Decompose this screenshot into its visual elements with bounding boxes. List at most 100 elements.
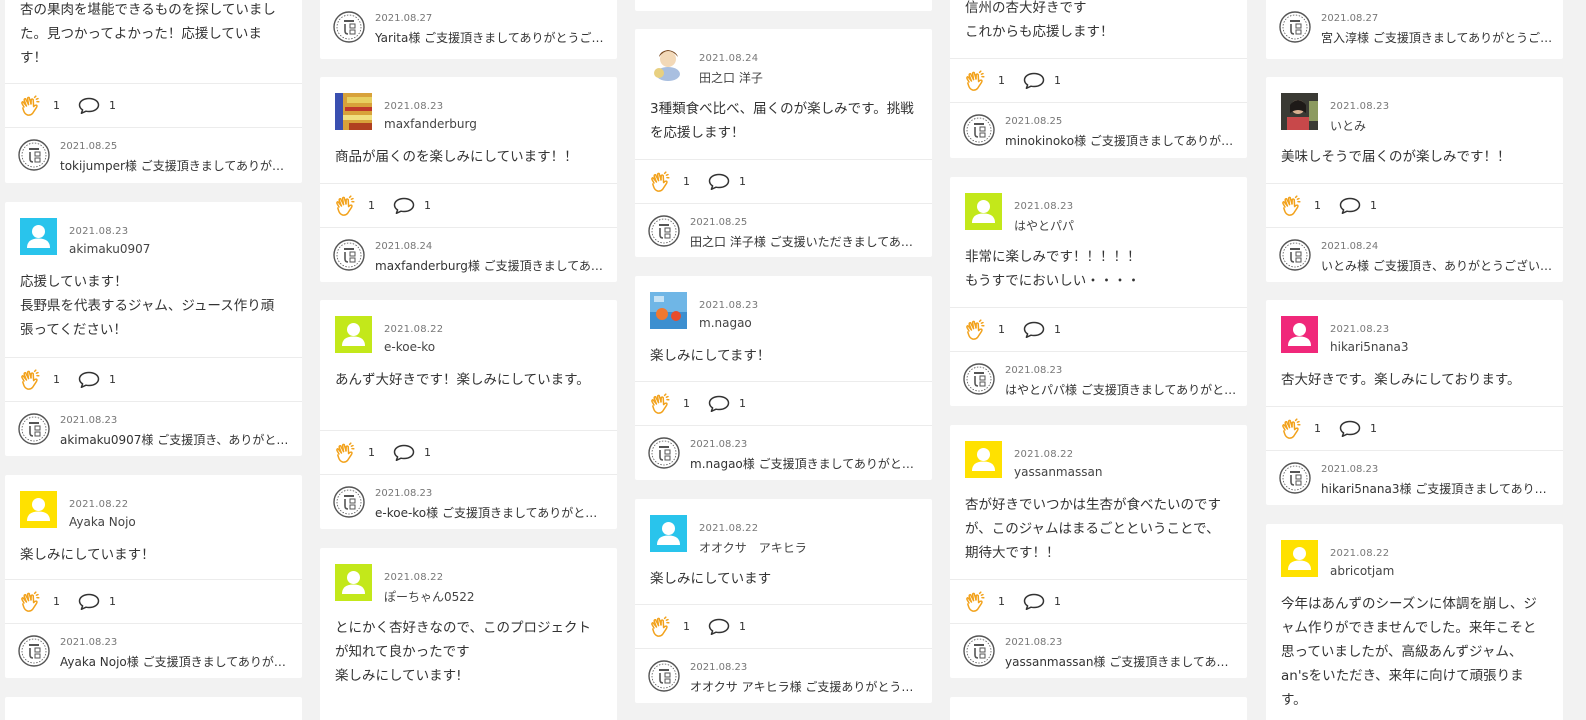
project-reply[interactable]: 2021.08.23 はやとパパ様 ご支援頂きましてありがとうございます (950, 351, 1247, 406)
avatar[interactable] (335, 564, 372, 601)
comment-actions: 1 1 (1266, 406, 1563, 450)
comment-count: 1 (109, 373, 116, 386)
comment-bubble-icon[interactable] (1023, 72, 1045, 90)
comment-bubble-icon[interactable] (1023, 593, 1045, 611)
avatar[interactable] (650, 45, 687, 82)
comment-card: 2021.08.22 abricotjam 今年はあんずのシーズンに体調を崩し、… (1266, 524, 1563, 720)
project-reply[interactable]: 2021.08.23 m.nagao様 ご支援頂きましてありがとうございます (635, 425, 932, 480)
avatar[interactable] (1281, 540, 1318, 577)
project-reply[interactable]: 2021.08.27 Yarita様 ご支援頂きましてありがとうございます (320, 0, 617, 56)
reply-date: 2021.08.23 (375, 488, 433, 499)
avatar[interactable] (650, 515, 687, 552)
comment-header: 2021.08.23 maxfanderburg (320, 77, 617, 145)
user-name[interactable]: e-koe-ko (384, 340, 435, 354)
avatar[interactable] (20, 218, 57, 255)
person-icon (335, 564, 372, 601)
project-reply[interactable]: 2021.08.23 e-koe-ko様 ご支援頂きましてありがとうございます (320, 474, 617, 529)
avatar[interactable] (335, 316, 372, 353)
comment-bubble-icon[interactable] (78, 97, 100, 115)
comment-count: 1 (424, 446, 431, 459)
comment-header: 2021.08.22 yassanmassan (950, 425, 1247, 493)
comment-bubble-icon[interactable] (708, 395, 730, 413)
project-reply[interactable]: 2021.08.27 宮入淳様 ご支援頂きましてありがとうございます (1266, 0, 1563, 56)
project-reply[interactable]: 2021.08.24 いとみ様 ご支援頂き、ありがとうございます (1266, 227, 1563, 282)
comment-bubble-icon[interactable] (708, 173, 730, 191)
user-name[interactable]: maxfanderburg (384, 117, 477, 131)
comment-count: 1 (1370, 422, 1377, 435)
reply-date: 2021.08.25 (1005, 116, 1063, 127)
clap-icon[interactable] (964, 70, 986, 92)
project-reply[interactable]: 2021.08.25 田之口 洋子様 ご支援いただきましてありがとうございます (635, 203, 932, 257)
project-reply[interactable]: 2021.08.23 Ayaka Nojo様 ご支援頂きましてありがとうございま… (5, 623, 302, 678)
comment-date: 2021.08.23 (1330, 324, 1390, 335)
clap-count: 1 (368, 446, 375, 459)
comment-bubble-icon[interactable] (1339, 197, 1361, 215)
project-seal-icon (1279, 239, 1311, 271)
comment-card: 2021.08.22 Ayaka Nojo 楽しみにしています！ 1 1 202… (5, 475, 302, 678)
project-reply[interactable]: 2021.08.23 akimaku0907様 ご支援頂き、ありがとうございます (5, 401, 302, 456)
comment-count: 1 (739, 397, 746, 410)
avatar[interactable] (965, 193, 1002, 230)
clap-icon[interactable] (1280, 195, 1302, 217)
clap-icon[interactable] (649, 616, 671, 638)
comment-bubble-icon[interactable] (1339, 420, 1361, 438)
clap-icon[interactable] (19, 369, 41, 391)
comment-header: 2021.08.23 いとみ (1266, 77, 1563, 145)
comment-message: 杏が好きでいつかは生杏が食べたいのですが、このジャムはまるごとということで、期待… (965, 497, 1221, 561)
clap-icon[interactable] (1280, 418, 1302, 440)
comment-bubble-icon[interactable] (1023, 321, 1045, 339)
project-reply[interactable]: 2021.08.25 minokinoko様 ご支援頂きましてありがとうございま… (950, 102, 1247, 158)
avatar[interactable] (335, 93, 372, 130)
person-icon (1281, 316, 1318, 353)
clap-icon[interactable] (19, 591, 41, 613)
comment-date: 2021.08.23 (384, 101, 444, 112)
clap-count: 1 (53, 373, 60, 386)
reply-text: e-koe-ko様 ご支援頂きましてありがとうございます (375, 506, 607, 520)
avatar[interactable] (1281, 316, 1318, 353)
reply-date: 2021.08.23 (60, 415, 118, 426)
comment-bubble-icon[interactable] (708, 618, 730, 636)
comment-count: 1 (424, 199, 431, 212)
project-reply[interactable]: 2021.08.23 yassanmassan様 ご支援頂きましてありがとうござ… (950, 623, 1247, 678)
project-reply[interactable]: 2021.08.24 maxfanderburg様 ご支援頂きましてありがとうご… (320, 227, 617, 282)
clap-count: 1 (1314, 422, 1321, 435)
project-reply[interactable]: 2021.08.23 hikari5nana3様 ご支援頂きましてありがとうござ… (1266, 450, 1563, 505)
comment-bubble-icon[interactable] (78, 371, 100, 389)
user-name[interactable]: はやとパパ (1014, 217, 1074, 234)
avatar-photo (1281, 93, 1318, 130)
comment-message: 杏の果肉を堪能できるものを探していました。見つかってよかった！応援しています！ (20, 2, 276, 66)
user-name[interactable]: yassanmassan (1014, 465, 1102, 479)
user-name[interactable]: オオクサ アキヒラ (699, 539, 807, 556)
avatar[interactable] (650, 292, 687, 329)
clap-icon[interactable] (649, 393, 671, 415)
comment-card: 2021.08.24 田之口 洋子 3種類食べ比べ、届くのが楽しみです。挑戦を応… (635, 29, 932, 257)
avatar-photo (335, 93, 372, 130)
clap-icon[interactable] (964, 319, 986, 341)
user-name[interactable]: hikari5nana3 (1330, 340, 1409, 354)
user-name[interactable]: 田之口 洋子 (699, 69, 763, 86)
comment-card: 2021.08.27 宮入淳様 ご支援頂きましてありがとうございます (1266, 0, 1563, 59)
user-name[interactable]: akimaku0907 (69, 242, 150, 256)
clap-icon[interactable] (649, 171, 671, 193)
avatar[interactable] (20, 491, 57, 528)
user-name[interactable]: m.nagao (699, 316, 752, 330)
comment-bubble-icon[interactable] (78, 593, 100, 611)
user-name[interactable]: ぽーちゃん0522 (384, 588, 475, 605)
user-name[interactable]: abricotjam (1330, 564, 1394, 578)
avatar[interactable] (965, 441, 1002, 478)
comment-bubble-icon[interactable] (393, 197, 415, 215)
user-name[interactable]: いとみ (1330, 117, 1366, 134)
clap-count: 1 (53, 595, 60, 608)
project-reply[interactable]: 2021.08.25 tokijumper様 ご支援頂きましてありがとうございま… (5, 127, 302, 183)
user-name[interactable]: Ayaka Nojo (69, 515, 136, 529)
reply-text: Ayaka Nojo様 ご支援頂きましてありがとうございます (60, 655, 292, 669)
clap-icon[interactable] (334, 195, 356, 217)
avatar[interactable] (1281, 93, 1318, 130)
clap-icon[interactable] (19, 95, 41, 117)
clap-icon[interactable] (334, 442, 356, 464)
comment-bubble-icon[interactable] (393, 444, 415, 462)
project-seal-icon (18, 635, 50, 667)
clap-icon[interactable] (964, 591, 986, 613)
project-seal-icon (963, 635, 995, 667)
project-reply[interactable]: 2021.08.23 オオクサ アキヒラ様 ご支援ありがとうございます (635, 648, 932, 703)
